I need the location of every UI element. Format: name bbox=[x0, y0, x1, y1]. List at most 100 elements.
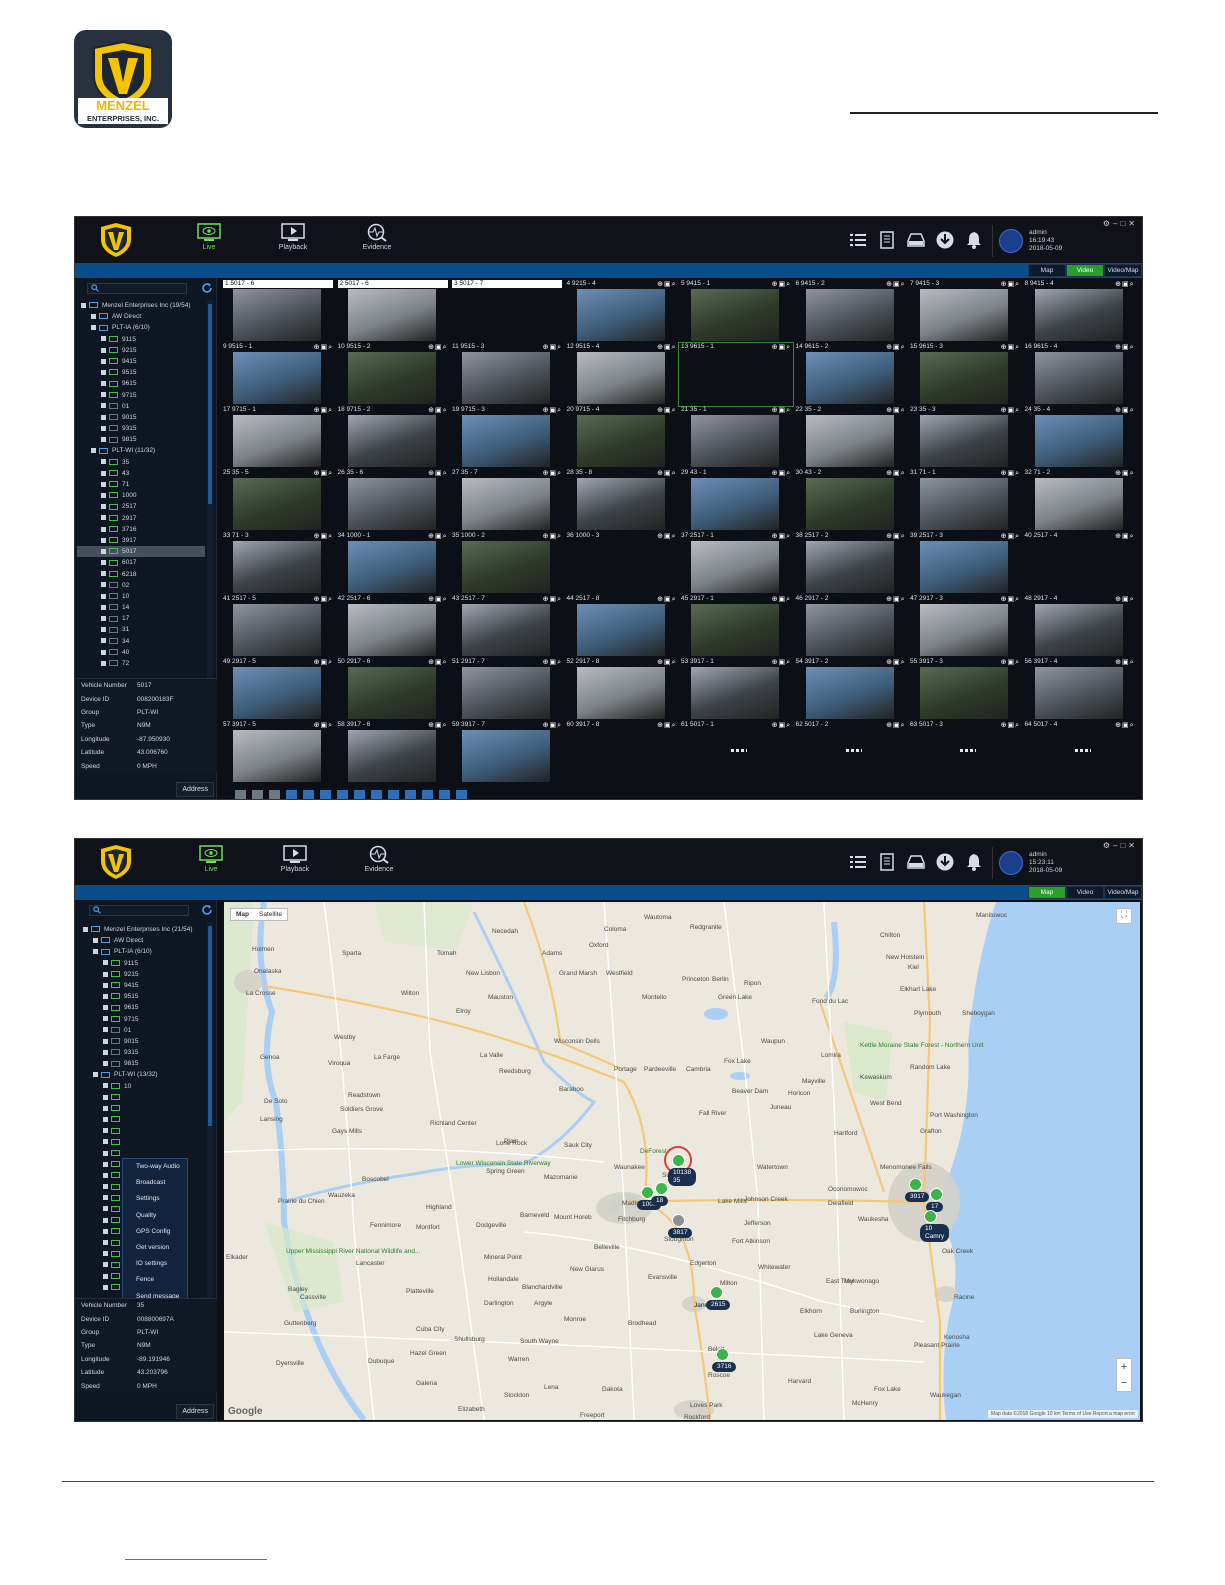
expand-toggle-icon[interactable] bbox=[103, 1038, 108, 1044]
expand-toggle-icon[interactable] bbox=[101, 593, 106, 599]
video-cell[interactable]: 26 35 - 6 ⊕▣⌕ bbox=[336, 469, 450, 532]
video-cell[interactable]: 58 3917 - 6 ⊕▣⌕ bbox=[336, 721, 450, 784]
nav-playback[interactable]: Playback bbox=[265, 843, 325, 885]
video-cell-controls-icon[interactable]: ⊕▣⌕ bbox=[1001, 595, 1020, 604]
vehicle-arrow-icon[interactable] bbox=[924, 1210, 937, 1223]
tree-row[interactable]: 9715 bbox=[77, 390, 205, 401]
context-menu-item[interactable]: Two-way Audio bbox=[123, 1159, 187, 1175]
video-cell-controls-icon[interactable]: ⊕▣⌕ bbox=[772, 658, 791, 667]
video-cell-controls-icon[interactable]: ⊕▣⌕ bbox=[1115, 280, 1134, 289]
tree-row[interactable]: PLT-WI (13/32) bbox=[79, 1069, 207, 1080]
tree-row[interactable]: Menzel Enterprises Inc (19/54) bbox=[77, 300, 205, 311]
video-cell[interactable]: 6 9415 - 2 ⊕▣⌕ bbox=[794, 280, 908, 343]
tree-row[interactable]: 9415 bbox=[79, 980, 207, 991]
map-type-map[interactable]: Map bbox=[231, 909, 254, 920]
tree-row[interactable]: 31 bbox=[77, 624, 205, 635]
video-cell[interactable]: 32 71 - 2 ⊕▣⌕ bbox=[1023, 469, 1137, 532]
context-menu-item[interactable]: Settings bbox=[123, 1191, 187, 1207]
expand-toggle-icon[interactable] bbox=[103, 1172, 108, 1178]
context-menu-item[interactable]: Quality bbox=[123, 1208, 187, 1224]
expand-toggle-icon[interactable] bbox=[101, 336, 106, 342]
expand-toggle-icon[interactable] bbox=[103, 1240, 108, 1246]
user-avatar-icon[interactable] bbox=[999, 851, 1023, 875]
video-cell[interactable]: 36 1000 - 3 ⊕▣⌕ bbox=[565, 532, 679, 595]
video-cell-controls-icon[interactable]: ⊕▣⌕ bbox=[543, 595, 562, 604]
video-cell[interactable]: 41 2517 - 5 ⊕▣⌕ bbox=[221, 595, 335, 658]
tree-row[interactable]: 9215 bbox=[77, 345, 205, 356]
video-cell[interactable]: 59 3917 - 7 ⊕▣⌕ bbox=[450, 721, 564, 784]
video-cell-controls-icon[interactable]: ⊕▣⌕ bbox=[1001, 721, 1020, 730]
tree-row[interactable]: 9115 bbox=[79, 958, 207, 969]
expand-toggle-icon[interactable] bbox=[91, 313, 96, 319]
expand-toggle-icon[interactable] bbox=[101, 381, 106, 387]
tree-row[interactable]: PLT-IA (6/10) bbox=[79, 946, 207, 957]
vehicle-arrow-icon[interactable] bbox=[672, 1154, 685, 1167]
layout-4-icon[interactable] bbox=[303, 789, 314, 799]
address-button[interactable]: Address bbox=[176, 782, 214, 797]
vehicle-arrow-icon[interactable] bbox=[655, 1182, 668, 1195]
video-cell-controls-icon[interactable]: ⊕▣⌕ bbox=[428, 343, 447, 352]
video-cell-controls-icon[interactable]: ⊕▣⌕ bbox=[1115, 343, 1134, 352]
video-cell-controls-icon[interactable]: ⊕▣⌕ bbox=[543, 721, 562, 730]
expand-toggle-icon[interactable] bbox=[101, 481, 106, 487]
video-cell[interactable]: 25 35 - 5 ⊕▣⌕ bbox=[221, 469, 335, 532]
video-cell-controls-icon[interactable]: ⊕▣⌕ bbox=[314, 595, 333, 604]
footer-link-underline[interactable] bbox=[125, 1559, 267, 1560]
tree-row[interactable]: 9215 bbox=[79, 969, 207, 980]
video-cell-controls-icon[interactable]: ⊕▣⌕ bbox=[886, 406, 905, 415]
video-cell-controls-icon[interactable]: ⊕▣⌕ bbox=[657, 595, 676, 604]
video-cell[interactable]: 17 9715 - 1 ⊕▣⌕ bbox=[221, 406, 335, 469]
vehicle-marker-label[interactable]: 2615 bbox=[706, 1300, 731, 1310]
address-button[interactable]: Address bbox=[176, 1404, 214, 1419]
video-cell-controls-icon[interactable]: ⊕▣⌕ bbox=[772, 406, 791, 415]
tree-row[interactable]: 9515 bbox=[79, 991, 207, 1002]
download-icon[interactable] bbox=[935, 852, 955, 872]
video-cell[interactable]: 20 9715 - 4 ⊕▣⌕ bbox=[565, 406, 679, 469]
expand-toggle-icon[interactable] bbox=[93, 937, 98, 943]
video-cell-controls-icon[interactable]: ⊕▣⌕ bbox=[543, 469, 562, 478]
video-cell[interactable]: 4 9215 - 4 ⊕▣⌕ bbox=[565, 280, 679, 343]
video-cell-controls-icon[interactable]: ⊕▣⌕ bbox=[657, 406, 676, 415]
video-cell[interactable]: 7 9415 - 3 ⊕▣⌕ bbox=[908, 280, 1022, 343]
expand-toggle-icon[interactable] bbox=[103, 1206, 108, 1212]
zoom-out-button[interactable]: − bbox=[1117, 1375, 1131, 1391]
video-cell[interactable]: 21 35 - 1 ⊕▣⌕ bbox=[679, 406, 793, 469]
expand-toggle-icon[interactable] bbox=[101, 660, 106, 666]
video-cell[interactable]: 54 3917 - 2 ⊕▣⌕ bbox=[794, 658, 908, 721]
expand-toggle-icon[interactable] bbox=[101, 627, 106, 633]
video-cell[interactable]: 15 9615 - 3 ⊕▣⌕ bbox=[908, 343, 1022, 406]
expand-toggle-icon[interactable] bbox=[103, 1049, 108, 1055]
video-cell-controls-icon[interactable]: ⊕▣⌕ bbox=[1115, 721, 1134, 730]
video-cell-controls-icon[interactable]: ⊕▣⌕ bbox=[772, 595, 791, 604]
tree-row[interactable]: 9115 bbox=[77, 334, 205, 345]
video-cell-controls-icon[interactable]: ⊕▣⌕ bbox=[314, 532, 333, 541]
expand-toggle-icon[interactable] bbox=[103, 1128, 108, 1134]
video-cell[interactable]: 30 43 - 2 ⊕▣⌕ bbox=[794, 469, 908, 532]
expand-toggle-icon[interactable] bbox=[103, 1105, 108, 1111]
zoom-in-button[interactable]: + bbox=[1117, 1359, 1131, 1375]
video-cell[interactable]: 45 2917 - 1 ⊕▣⌕ bbox=[679, 595, 793, 658]
video-cell-controls-icon[interactable]: ⊕▣⌕ bbox=[886, 280, 905, 289]
expand-toggle-icon[interactable] bbox=[103, 1273, 108, 1279]
video-cell[interactable]: 62 5017 - 2 ⊕▣⌕ bbox=[794, 721, 908, 784]
snapshot-icon[interactable] bbox=[252, 789, 263, 799]
layout-6-icon[interactable] bbox=[320, 789, 331, 799]
video-cell[interactable]: 29 43 - 1 ⊕▣⌕ bbox=[679, 469, 793, 532]
video-cell[interactable]: 14 9615 - 2 ⊕▣⌕ bbox=[794, 343, 908, 406]
expand-toggle-icon[interactable] bbox=[101, 582, 106, 588]
tree-row[interactable]: 9515 bbox=[77, 367, 205, 378]
context-menu-item[interactable]: Broadcast bbox=[123, 1175, 187, 1191]
expand-toggle-icon[interactable] bbox=[103, 1094, 108, 1100]
tree-row[interactable] bbox=[79, 1103, 207, 1114]
expand-toggle-icon[interactable] bbox=[101, 414, 106, 420]
vehicle-marker-label[interactable]: 3817 bbox=[668, 1228, 693, 1238]
video-cell-controls-icon[interactable]: ⊕▣⌕ bbox=[1115, 595, 1134, 604]
tree-row[interactable] bbox=[79, 1137, 207, 1148]
tree-row[interactable]: 43 bbox=[77, 468, 205, 479]
tree-row[interactable]: 1000 bbox=[77, 490, 205, 501]
layout-64-icon[interactable] bbox=[439, 789, 450, 799]
expand-toggle-icon[interactable] bbox=[101, 403, 106, 409]
video-cell-controls-icon[interactable]: ⊕▣⌕ bbox=[1115, 532, 1134, 541]
video-cell-controls-icon[interactable]: ⊕▣⌕ bbox=[428, 658, 447, 667]
context-menu-item[interactable]: GPS Config bbox=[123, 1224, 187, 1240]
